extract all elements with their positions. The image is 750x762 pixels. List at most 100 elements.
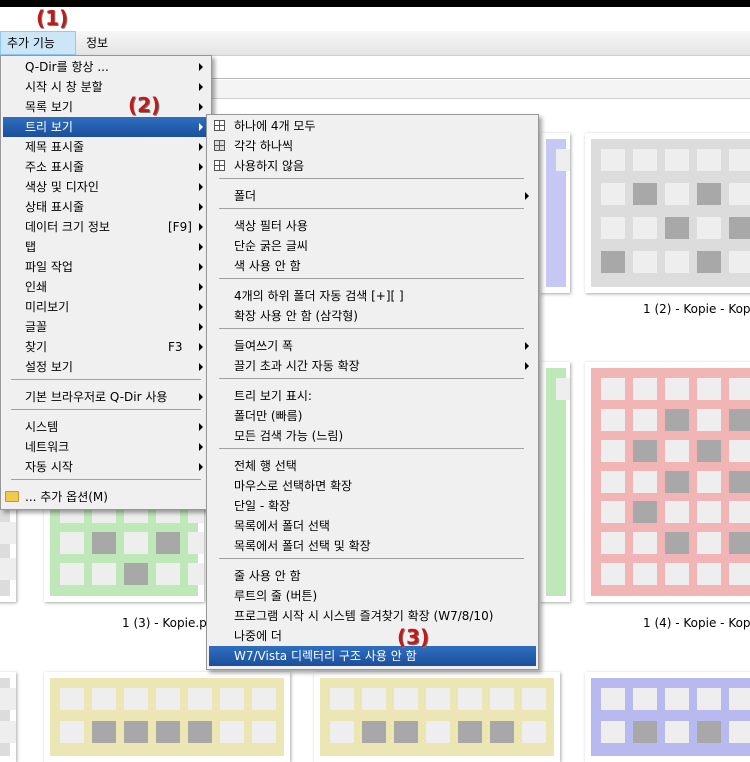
- tree-menu-item[interactable]: 마우스로 선택하면 확장: [209, 476, 536, 496]
- menu-item-label: 목록에서 폴더 선택 및 확장: [234, 539, 371, 553]
- tree-menu-item[interactable]: W7/Vista 디렉터리 구조 사용 안 함: [209, 646, 536, 666]
- menu-info[interactable]: 정보: [80, 31, 114, 55]
- tree-menu-item[interactable]: 줄 사용 안 함: [209, 566, 536, 586]
- tree-menu-item[interactable]: 단순 굵은 글씨: [209, 236, 536, 256]
- tree-menu-item[interactable]: 목록에서 폴더 선택 및 확장: [209, 536, 536, 556]
- tree-menu-item[interactable]: 각각 하나씩: [209, 136, 536, 156]
- pattern-cell: [124, 688, 148, 710]
- menu-item[interactable]: 주소 표시줄: [3, 157, 209, 177]
- menu-item[interactable]: 설정 보기: [3, 357, 209, 377]
- menu-item[interactable]: 찾기 F3: [3, 337, 209, 357]
- menu-item[interactable]: 글꼴: [3, 317, 209, 337]
- pattern-cell: [556, 149, 570, 171]
- menu-bar: 추가 기능(X) 정보: [0, 31, 750, 72]
- menu-item-label: ... 추가 옵션(M): [25, 490, 108, 504]
- tree-menu-item[interactable]: 끌기 초과 시간 자동 확장: [209, 356, 536, 376]
- tree-menu-item[interactable]: 모든 검색 가능 (느림): [209, 426, 536, 446]
- image-thumbnail[interactable]: [0, 672, 16, 762]
- pattern-cell: [729, 501, 750, 524]
- tree-menu-item[interactable]: 프로그램 시작 시 시스템 즐겨찾기 확장 (W7/8/10): [209, 606, 536, 626]
- menu-item[interactable]: ... 추가 옵션(M): [3, 487, 209, 507]
- pattern-cell: [697, 217, 721, 239]
- menu-item[interactable]: 미리보기: [3, 297, 209, 317]
- menu-extras[interactable]: 추가 기능(X): [0, 31, 76, 72]
- pattern-cell: [601, 470, 625, 493]
- image-thumbnail[interactable]: [540, 362, 570, 602]
- menu-item[interactable]: 색상 및 디자인: [3, 177, 209, 197]
- tree-menu-item[interactable]: 색 사용 안 함: [209, 256, 536, 276]
- menu-item-label: 목록 보기: [25, 100, 73, 114]
- tree-menu-item[interactable]: 목록에서 폴더 선택: [209, 516, 536, 536]
- pattern-cell: [330, 721, 354, 743]
- menu-item-label: 목록에서 폴더 선택: [234, 519, 330, 533]
- image-thumbnail[interactable]: [540, 133, 570, 293]
- pattern-cell: [633, 688, 657, 710]
- image-thumbnail[interactable]: [585, 133, 750, 293]
- menu-item-label: 색상 필터 사용: [234, 219, 308, 233]
- menu-item-label: 네트워크: [25, 440, 70, 454]
- menu-item[interactable]: 탭: [3, 237, 209, 257]
- submenu-arrow-icon: [525, 192, 529, 200]
- tree-menu-item[interactable]: 하나에 4개 모두: [209, 116, 536, 136]
- tree-menu-item[interactable]: 4개의 하위 폴더 자동 검색 [+][ ]: [209, 286, 536, 306]
- menu-item[interactable]: 데이터 크기 정보 [F9]: [3, 217, 209, 237]
- pattern-cell: [665, 721, 689, 743]
- menu-item[interactable]: 트리 보기: [3, 117, 209, 137]
- menu-item[interactable]: 시작 시 창 분할: [3, 77, 209, 97]
- menu-item[interactable]: 제목 표시줄: [3, 137, 209, 157]
- menu-item-label: 기본 브라우저로 Q-Dir 사용: [25, 390, 168, 404]
- pattern-cell: [490, 721, 514, 743]
- menu-item[interactable]: 상태 표시줄: [3, 197, 209, 217]
- pattern-cell: [426, 688, 450, 710]
- submenu-arrow-icon: [525, 342, 529, 350]
- pattern-cell: [665, 378, 689, 400]
- pattern-cell: [60, 562, 84, 585]
- tree-menu-item[interactable]: 폴더만 (빠름): [209, 406, 536, 426]
- menu-item-label: 글꼴: [25, 320, 48, 334]
- pattern-cell: [60, 721, 84, 743]
- pattern-cell: [362, 688, 386, 710]
- pattern-cell: [665, 532, 689, 555]
- menu-separator: [219, 328, 524, 329]
- tree-menu-item[interactable]: 들여쓰기 폭: [209, 336, 536, 356]
- tree-menu-item[interactable]: 전체 행 선택: [209, 456, 536, 476]
- menu-item[interactable]: 자동 시작: [3, 457, 209, 477]
- tree-menu-item[interactable]: 사용하지 않음: [209, 156, 536, 176]
- pattern-cell: [124, 721, 148, 743]
- submenu-arrow-icon: [199, 123, 203, 131]
- pattern-cell: [697, 470, 721, 493]
- image-thumbnail[interactable]: [44, 672, 290, 762]
- menu-item-label: 색 사용 안 함: [234, 259, 301, 273]
- tree-menu-item[interactable]: 확장 사용 안 함 (삼각형): [209, 306, 536, 326]
- image-thumbnail[interactable]: [314, 672, 560, 762]
- tree-menu-item[interactable]: 트리 보기 표시:: [209, 386, 536, 406]
- thumbnail-caption[interactable]: 1 (2) - Kopie - Kopie.: [643, 302, 750, 316]
- thumbnail-pattern: [591, 678, 750, 756]
- menu-item[interactable]: 시스템: [3, 417, 209, 437]
- menu-item-label: 프로그램 시작 시 시스템 즐겨찾기 확장 (W7/8/10): [234, 609, 494, 623]
- menu-separator: [219, 178, 524, 179]
- thumbnail-caption[interactable]: 1 (4) - Kopie - Kopie.: [643, 616, 750, 630]
- pattern-cell: [633, 721, 657, 743]
- submenu-arrow-icon: [199, 463, 203, 471]
- pattern-cell: [601, 149, 625, 171]
- image-thumbnail[interactable]: [585, 672, 750, 762]
- menu-item[interactable]: 인쇄: [3, 277, 209, 297]
- menu-item[interactable]: 네트워크: [3, 437, 209, 457]
- address-bar[interactable]: [210, 56, 750, 79]
- menu-item[interactable]: 파일 작업: [3, 257, 209, 277]
- menu-separator: [219, 208, 524, 209]
- image-thumbnail[interactable]: [585, 362, 750, 602]
- menu-item[interactable]: Q-Dir를 항상 ...: [3, 57, 209, 77]
- pattern-cell: [729, 217, 750, 239]
- pattern-cell: [729, 532, 750, 555]
- tree-menu-item[interactable]: 나중에 더: [209, 626, 536, 646]
- menu-item-label: 마우스로 선택하면 확장: [234, 479, 353, 493]
- tree-menu-item[interactable]: 폴더: [209, 186, 536, 206]
- tree-menu-item[interactable]: 단일 - 확장: [209, 496, 536, 516]
- tree-menu-item[interactable]: 루트의 줄 (버튼): [209, 586, 536, 606]
- menu-item-label: 시스템: [25, 420, 59, 434]
- menu-item[interactable]: 목록 보기: [3, 97, 209, 117]
- menu-item[interactable]: 기본 브라우저로 Q-Dir 사용: [3, 387, 209, 407]
- tree-menu-item[interactable]: 색상 필터 사용: [209, 216, 536, 236]
